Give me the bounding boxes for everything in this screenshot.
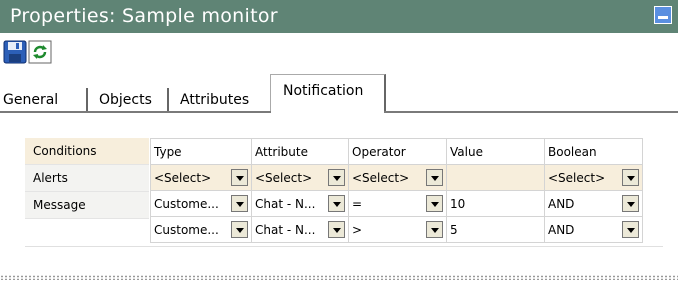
operator-select[interactable]: <Select> (352, 168, 443, 188)
chevron-down-icon[interactable] (622, 220, 639, 238)
tab-attributes[interactable]: Attributes (177, 88, 262, 112)
toolbar (0, 37, 678, 65)
tab-strip: General Objects Attributes Notification (0, 74, 678, 112)
type-select[interactable]: Custome... (154, 220, 248, 240)
attribute-value: Chat - N... (255, 196, 316, 211)
panel-bottom-divider (25, 246, 663, 247)
type-value: Custome... (154, 222, 219, 237)
save-disk-icon[interactable] (3, 40, 27, 64)
side-item-conditions[interactable]: Conditions (25, 138, 149, 165)
chevron-down-icon[interactable] (231, 194, 248, 212)
type-select[interactable]: Custome... (154, 194, 248, 214)
chevron-down-icon[interactable] (622, 194, 639, 212)
window-title: Properties: Sample monitor (10, 5, 278, 27)
operator-value: = (352, 196, 363, 211)
title-bar: Properties: Sample monitor (0, 0, 678, 33)
value-field[interactable]: 5 (446, 216, 545, 243)
boolean-select[interactable]: AND (548, 194, 639, 214)
value-field[interactable]: 10 (446, 190, 545, 217)
table-header-row: Type Attribute Operator Value Boolean (150, 138, 643, 165)
column-header-attribute: Attribute (251, 138, 349, 165)
chevron-down-icon[interactable] (328, 194, 345, 212)
operator-select[interactable]: = (352, 194, 443, 214)
conditions-table: Type Attribute Operator Value Boolean <S… (150, 138, 643, 243)
table-row[interactable]: <Select> <Select> <Select> <Select> (150, 164, 643, 191)
chevron-down-icon[interactable] (426, 220, 443, 238)
type-select[interactable]: <Select> (154, 168, 248, 188)
column-header-boolean: Boolean (544, 138, 643, 165)
boolean-select[interactable]: AND (548, 220, 639, 240)
chevron-down-icon[interactable] (231, 220, 248, 238)
minimize-icon[interactable] (654, 6, 672, 24)
value-field[interactable] (446, 164, 545, 191)
chevron-down-icon[interactable] (426, 194, 443, 212)
refresh-icon[interactable] (28, 40, 52, 64)
chevron-down-icon[interactable] (622, 168, 639, 186)
side-item-message[interactable]: Message (25, 192, 149, 219)
table-row[interactable]: Custome... Chat - N... = 10 AND (150, 190, 643, 217)
attribute-select[interactable]: Chat - N... (255, 194, 345, 214)
table-row[interactable]: Custome... Chat - N... > 5 AND (150, 216, 643, 243)
chevron-down-icon[interactable] (231, 168, 248, 186)
chevron-down-icon[interactable] (328, 168, 345, 186)
boolean-value: AND (548, 196, 575, 211)
tab-objects[interactable]: Objects (96, 88, 169, 112)
side-item-alerts[interactable]: Alerts (25, 165, 149, 192)
attribute-value: Chat - N... (255, 222, 316, 237)
bottom-edge-artifact (0, 275, 678, 280)
boolean-select[interactable]: <Select> (548, 168, 639, 188)
attribute-value: <Select> (255, 170, 313, 185)
boolean-value: <Select> (548, 170, 606, 185)
chevron-down-icon[interactable] (426, 168, 443, 186)
active-tab-gap (271, 111, 384, 113)
type-value: <Select> (154, 170, 212, 185)
column-header-operator: Operator (348, 138, 447, 165)
attribute-select[interactable]: <Select> (255, 168, 345, 188)
tab-general[interactable]: General (0, 88, 88, 112)
attribute-select[interactable]: Chat - N... (255, 220, 345, 240)
column-header-type: Type (150, 138, 252, 165)
boolean-value: AND (548, 222, 575, 237)
operator-value: > (352, 222, 363, 237)
tab-notification[interactable]: Notification (270, 74, 386, 112)
column-header-value: Value (446, 138, 545, 165)
type-value: Custome... (154, 196, 219, 211)
side-panel: Conditions Alerts Message (25, 138, 149, 246)
operator-select[interactable]: > (352, 220, 443, 240)
operator-value: <Select> (352, 170, 410, 185)
chevron-down-icon[interactable] (328, 220, 345, 238)
